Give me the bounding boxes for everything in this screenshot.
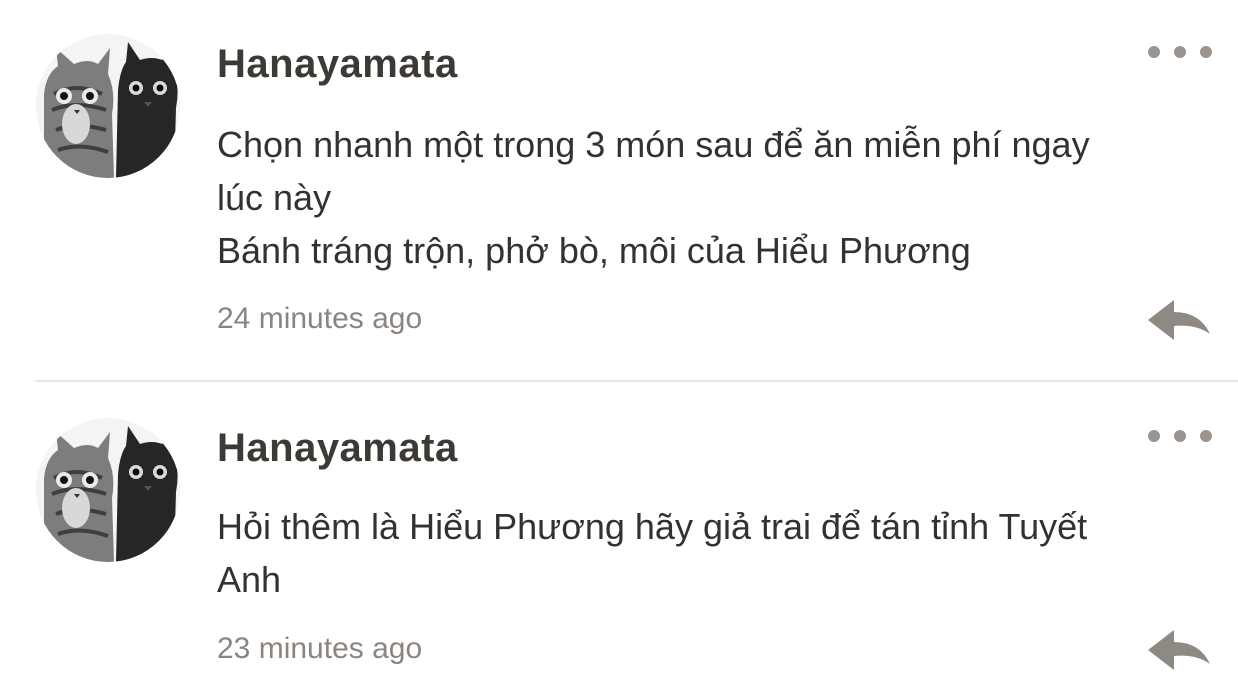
more-dot xyxy=(1200,430,1212,442)
comment-line: Anh xyxy=(217,559,282,600)
comment-timestamp: 23 minutes ago xyxy=(217,632,423,665)
more-dot xyxy=(1148,46,1160,58)
comment-item: Hanayamata Chọn nhanh một trong 3 món sa… xyxy=(0,0,1238,380)
more-dot xyxy=(1174,430,1186,442)
comment-line: Hỏi thêm là Hiểu Phương hãy giả trai để … xyxy=(217,506,1088,547)
reply-icon[interactable] xyxy=(1146,298,1212,344)
comment-body: Hỏi thêm là Hiểu Phương hãy giả trai để … xyxy=(217,500,1177,606)
reply-icon[interactable] xyxy=(1146,628,1212,674)
more-options-icon[interactable] xyxy=(1148,426,1212,446)
comment-timestamp: 24 minutes ago xyxy=(217,302,423,335)
comment-item: Hanayamata Hỏi thêm là Hiểu Phương hãy g… xyxy=(0,382,1238,695)
more-dot xyxy=(1174,46,1186,58)
cats-avatar-icon[interactable] xyxy=(36,418,180,562)
comment-line: lúc này xyxy=(217,177,332,218)
cats-avatar-icon[interactable] xyxy=(36,34,180,178)
more-dot xyxy=(1148,430,1160,442)
comment-body: Chọn nhanh một trong 3 món sau để ăn miễ… xyxy=(217,118,1177,277)
comment-line: Bánh tráng trộn, phở bò, môi của Hiểu Ph… xyxy=(217,230,971,271)
more-dot xyxy=(1200,46,1212,58)
comment-author[interactable]: Hanayamata xyxy=(217,42,458,87)
comment-author[interactable]: Hanayamata xyxy=(217,426,458,471)
comment-line: Chọn nhanh một trong 3 món sau để ăn miễ… xyxy=(217,124,1090,165)
more-options-icon[interactable] xyxy=(1148,42,1212,62)
